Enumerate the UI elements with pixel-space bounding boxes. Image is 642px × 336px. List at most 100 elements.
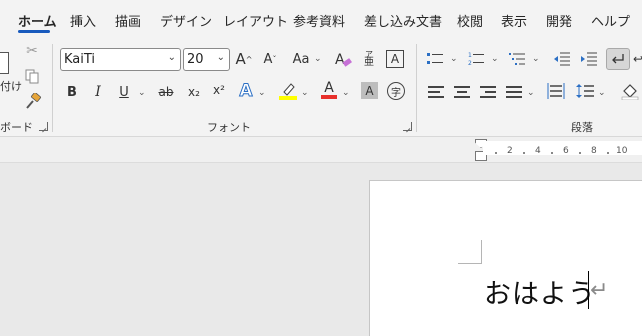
chevron-down-icon[interactable]: ⌄	[258, 88, 266, 98]
char-border-label: A	[390, 52, 400, 66]
underline-button[interactable]: U	[116, 83, 132, 101]
ruler-tick	[495, 152, 497, 154]
align-left-icon[interactable]	[428, 85, 444, 98]
tab-insert[interactable]: 挿入	[70, 11, 96, 30]
horizontal-ruler[interactable]: 2 4 6 8 10	[483, 141, 642, 156]
font-color-label: A	[324, 80, 334, 96]
ruler-number: 4	[535, 146, 541, 156]
chevron-down-icon[interactable]: ⌄	[532, 54, 540, 64]
font-color-button[interactable]: A	[319, 80, 339, 100]
svg-text:1: 1	[468, 52, 472, 59]
tab-references[interactable]: 参考資料	[293, 11, 345, 30]
enclose-characters-button[interactable]: 字	[387, 82, 405, 100]
superscript-button[interactable]: x²	[210, 81, 228, 99]
svg-text:2: 2	[468, 60, 472, 66]
subscript-button[interactable]: x₂	[185, 83, 203, 101]
align-right-icon[interactable]	[480, 85, 496, 98]
strikethrough-label: ab	[158, 85, 174, 99]
chevron-down-icon[interactable]: ⌄	[527, 88, 535, 98]
chevron-down-icon[interactable]: ⌄	[138, 88, 146, 98]
margin-corner-mark	[481, 240, 482, 264]
sort-icon[interactable]: ↩	[633, 50, 642, 68]
underline-label: U	[119, 84, 129, 100]
align-center-icon[interactable]	[454, 85, 470, 98]
group-divider	[52, 44, 53, 132]
font-name-select[interactable]: KaiTi ⌄	[60, 48, 181, 71]
chevron-down-icon[interactable]: ⌄	[450, 54, 458, 64]
enclose-characters-label: 字	[391, 87, 401, 99]
multilevel-list-icon[interactable]	[509, 52, 525, 66]
superscript-label: x²	[213, 83, 225, 97]
paint-bucket-icon[interactable]	[621, 82, 639, 100]
bold-button[interactable]: B	[64, 83, 80, 101]
chevron-down-icon[interactable]: ⌄	[342, 88, 350, 98]
tab-view[interactable]: 表示	[501, 11, 527, 30]
italic-button[interactable]: I	[90, 83, 106, 101]
clear-formatting-icon[interactable]: A	[333, 49, 353, 69]
numbering-icon[interactable]: 12	[468, 52, 484, 66]
copy-icon[interactable]	[24, 68, 40, 84]
change-case-button[interactable]: Aa	[290, 49, 312, 69]
clipboard-launcher-icon[interactable]	[39, 122, 48, 131]
subscript-label: x₂	[188, 85, 200, 99]
paragraph-mark-icon: ↵	[590, 278, 609, 303]
tab-help[interactable]: ヘルプ	[591, 11, 630, 30]
document-text[interactable]: おはよう	[484, 272, 596, 311]
char-border-button[interactable]: A	[386, 50, 404, 68]
cut-icon[interactable]: ✂	[24, 43, 40, 59]
tab-home[interactable]: ホーム	[18, 11, 57, 30]
highlighter-icon[interactable]	[278, 81, 298, 101]
char-shading-button[interactable]: A	[361, 82, 378, 99]
strikethrough-button[interactable]: ab	[155, 83, 177, 101]
ruler-tick	[551, 152, 553, 154]
ribbon-tab-bar: ホーム 挿入 描画 デザイン レイアウト 参考資料 差し込み文書 校閲 表示 開…	[0, 0, 642, 38]
active-tab-indicator	[18, 30, 50, 33]
font-color-swatch	[321, 95, 337, 99]
show-formatting-marks-button[interactable]	[606, 48, 630, 70]
font-size-value: 20	[187, 52, 204, 67]
tab-draw[interactable]: 描画	[115, 11, 141, 30]
chevron-down-icon[interactable]: ⌄	[598, 88, 606, 98]
font-group-label: フォント	[207, 121, 251, 134]
increase-indent-icon[interactable]	[581, 52, 597, 66]
paste-icon[interactable]	[0, 52, 9, 74]
clipboard-group-label: ボード	[0, 121, 33, 134]
paragraph-group-label: 段落	[571, 121, 593, 134]
shrink-font-button[interactable]: Aˇ	[261, 49, 279, 69]
ruler-bar: 2 4 6 8 10	[0, 137, 642, 163]
document-page[interactable]	[369, 180, 642, 336]
chevron-down-icon[interactable]: ⌄	[301, 88, 309, 98]
group-divider	[416, 44, 417, 132]
char-shading-label: A	[365, 83, 374, 98]
grow-font-button[interactable]: A ^	[235, 49, 253, 69]
line-spacing-icon[interactable]	[576, 82, 594, 100]
bullets-icon[interactable]	[427, 52, 443, 66]
ribbon: 付け ✂ ボード KaiTi ⌄ 20 ⌄ A ^ Aˇ Aa ⌄ A ア亜 A …	[0, 38, 642, 137]
ruler-tick	[523, 152, 525, 154]
format-painter-icon[interactable]	[24, 93, 42, 111]
distributed-align-icon[interactable]	[547, 82, 565, 100]
tab-mailings[interactable]: 差し込み文書	[364, 11, 442, 30]
margin-corner-mark	[458, 263, 482, 264]
phonetic-guide-button[interactable]: ア亜	[360, 49, 378, 69]
italic-label: I	[95, 84, 101, 100]
ruler-tick	[579, 152, 581, 154]
tab-layout[interactable]: レイアウト	[223, 11, 288, 30]
bold-label: B	[67, 84, 77, 100]
ruler-number: 8	[591, 146, 597, 156]
decrease-indent-icon[interactable]	[554, 52, 570, 66]
tab-design[interactable]: デザイン	[160, 11, 212, 30]
text-effects-button[interactable]: A	[236, 81, 256, 102]
tab-review[interactable]: 校閲	[457, 11, 483, 30]
font-launcher-icon[interactable]	[403, 122, 412, 131]
shrink-font-label: A	[263, 51, 273, 67]
justify-icon[interactable]	[506, 85, 522, 98]
tab-developer[interactable]: 開発	[546, 11, 572, 30]
ruler-number: 2	[507, 146, 513, 156]
chevron-down-icon[interactable]: ⌄	[314, 54, 322, 64]
paste-button-label[interactable]: 付け	[0, 78, 22, 94]
font-name-value: KaiTi	[64, 52, 96, 67]
font-size-select[interactable]: 20 ⌄	[183, 48, 230, 71]
chevron-down-icon[interactable]: ⌄	[491, 54, 499, 64]
ruler-tick	[607, 152, 609, 154]
